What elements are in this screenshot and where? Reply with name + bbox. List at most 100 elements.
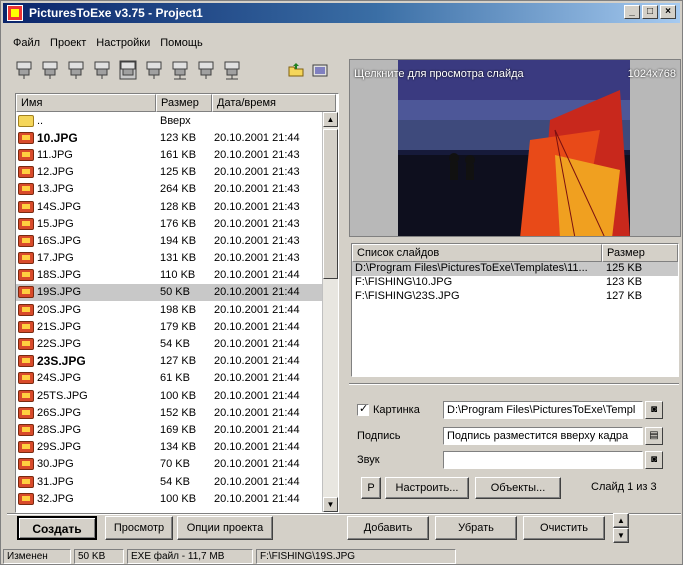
scroll-up-button[interactable]: ▲ — [323, 112, 338, 127]
image-file-icon — [18, 406, 34, 419]
file-size: 264 KB — [160, 183, 197, 196]
file-row[interactable]: 11.JPG 161 KB 20.10.2001 21:43 — [16, 146, 322, 163]
clear-button[interactable]: Очистить — [523, 516, 605, 540]
column-slides[interactable]: Список слайдов — [352, 244, 602, 262]
file-row[interactable]: 25TS.JPG 100 KB 20.10.2001 21:44 — [16, 387, 322, 404]
file-row[interactable]: 31.JPG 54 KB 20.10.2001 21:44 — [16, 473, 322, 490]
slide-row[interactable]: F:\FISHING\10.JPG 123 KB — [352, 276, 678, 290]
file-row[interactable]: 16S.JPG 194 KB 20.10.2001 21:43 — [16, 232, 322, 249]
file-row[interactable]: 18S.JPG 110 KB 20.10.2001 21:44 — [16, 267, 322, 284]
file-row[interactable]: 22S.JPG 54 KB 20.10.2001 21:44 — [16, 335, 322, 352]
menu-settings[interactable]: Настройки — [96, 37, 150, 49]
file-row[interactable]: 14S.JPG 128 KB 20.10.2001 21:43 — [16, 198, 322, 215]
file-row[interactable]: 17.JPG 131 KB 20.10.2001 21:43 — [16, 250, 322, 267]
status-bar: Изменен 50 KB EXE файл - 11,7 MB F:\FISH… — [3, 549, 680, 565]
drive-toolbar — [15, 59, 345, 85]
drive-d-icon[interactable] — [67, 59, 85, 81]
caption-edit-icon[interactable]: ▤ — [645, 427, 663, 445]
file-name-cell: 32.JPG — [16, 492, 156, 505]
file-row[interactable]: 30.JPG 70 KB 20.10.2001 21:44 — [16, 456, 322, 473]
folder-view-icon[interactable] — [311, 59, 329, 81]
p-button[interactable]: P — [361, 477, 381, 499]
file-name: 32.JPG — [37, 492, 74, 505]
column-date[interactable]: Дата/время — [212, 94, 336, 112]
sound-browse-icon[interactable]: ◙ — [645, 451, 663, 469]
move-down-button[interactable]: ▼ — [613, 528, 629, 543]
file-row[interactable]: 10.JPG 123 KB 20.10.2001 21:44 — [16, 129, 322, 146]
file-row[interactable]: 29S.JPG 134 KB 20.10.2001 21:44 — [16, 439, 322, 456]
sound-field[interactable] — [443, 451, 643, 469]
remove-button[interactable]: Убрать — [435, 516, 517, 540]
maximize-button[interactable]: □ — [642, 5, 658, 19]
picture-browse-icon[interactable]: ◙ — [645, 401, 663, 419]
drive-g-icon[interactable] — [145, 59, 163, 81]
drive-a-icon[interactable] — [15, 59, 33, 81]
close-button[interactable]: × — [660, 5, 676, 19]
column-name[interactable]: Имя — [16, 94, 156, 112]
slide-row[interactable]: F:\FISHING\23S.JPG 127 KB — [352, 290, 678, 304]
file-list-scrollbar[interactable]: ▲ ▼ — [322, 112, 338, 512]
preview-resolution: 1024x768 — [627, 68, 676, 80]
drive-e-icon[interactable] — [93, 59, 111, 81]
image-file-icon — [18, 166, 34, 179]
image-file-icon — [18, 320, 34, 333]
file-date: 20.10.2001 21:44 — [214, 492, 300, 505]
drive-c-icon[interactable] — [41, 59, 59, 81]
file-row[interactable]: 21S.JPG 179 KB 20.10.2001 21:44 — [16, 318, 322, 335]
slide-list[interactable]: Список слайдов Размер D:\Program Files\P… — [351, 243, 679, 377]
network-drive-icon[interactable] — [171, 59, 189, 81]
file-row[interactable]: .. Вверх — [16, 112, 322, 129]
move-up-button[interactable]: ▲ — [613, 513, 629, 528]
menu-file[interactable]: Файл — [13, 37, 40, 49]
file-row[interactable]: 15.JPG 176 KB 20.10.2001 21:43 — [16, 215, 322, 232]
file-name: 21S.JPG — [37, 320, 82, 333]
file-row[interactable]: 23S.JPG 127 KB 20.10.2001 21:44 — [16, 353, 322, 370]
file-date: 20.10.2001 21:44 — [214, 406, 300, 419]
image-file-icon — [18, 355, 34, 368]
objects-button[interactable]: Объекты... — [475, 477, 561, 499]
column-size[interactable]: Размер — [156, 94, 212, 112]
title-bar[interactable]: PicturesToExe v3.75 - Project1 _ □ × — [3, 3, 680, 23]
sound-label: Звук — [357, 454, 380, 466]
preview-button[interactable]: Просмотр — [105, 516, 173, 540]
scroll-down-button[interactable]: ▼ — [323, 497, 338, 512]
file-row[interactable]: 20S.JPG 198 KB 20.10.2001 21:44 — [16, 301, 322, 318]
column-slide-size[interactable]: Размер — [602, 244, 678, 262]
minimize-button[interactable]: _ — [624, 5, 640, 19]
file-date: 20.10.2001 21:43 — [214, 234, 300, 247]
drive-i-icon[interactable] — [223, 59, 241, 81]
picture-checkbox[interactable] — [357, 402, 369, 416]
file-row[interactable]: 13.JPG 264 KB 20.10.2001 21:43 — [16, 181, 322, 198]
slide-row[interactable]: D:\Program Files\PicturesToExe\Templates… — [352, 262, 678, 276]
file-size: 70 KB — [160, 458, 190, 471]
file-row[interactable]: 32.JPG 100 KB 20.10.2001 21:44 — [16, 490, 322, 507]
file-name-cell: 19S.JPG — [16, 286, 156, 299]
file-row[interactable]: 12.JPG 125 KB 20.10.2001 21:43 — [16, 164, 322, 181]
file-name: 28S.JPG — [37, 423, 82, 436]
file-row[interactable]: 26S.JPG 152 KB 20.10.2001 21:44 — [16, 404, 322, 421]
create-button[interactable]: Создать — [17, 516, 97, 540]
menu-project[interactable]: Проект — [50, 37, 86, 49]
project-options-button[interactable]: Опции проекта — [177, 516, 273, 540]
drive-h-icon[interactable] — [197, 59, 215, 81]
file-row[interactable]: 19S.JPG 50 KB 20.10.2001 21:44 — [16, 283, 322, 302]
drive-f-icon[interactable] — [119, 59, 137, 81]
file-date: 20.10.2001 21:44 — [214, 475, 300, 488]
file-row[interactable]: 28S.JPG 169 KB 20.10.2001 21:44 — [16, 421, 322, 438]
picture-path-field[interactable]: D:\Program Files\PicturesToExe\Templ — [443, 401, 643, 419]
file-size: 198 KB — [160, 303, 197, 316]
file-rows: .. Вверх 10.JPG 123 KB 20.10.2001 21:44 11.JP… — [16, 112, 322, 507]
file-row[interactable]: 24S.JPG 61 KB 20.10.2001 21:44 — [16, 370, 322, 387]
slide-size: 127 KB — [606, 290, 643, 302]
menu-help[interactable]: Помощь — [160, 37, 203, 49]
setup-button[interactable]: Настроить... — [385, 477, 469, 499]
caption-field[interactable]: Подпись разместится вверху кадра — [443, 427, 643, 445]
slide-preview[interactable]: Щелкните для просмотра слайда 1024x768 — [349, 59, 681, 237]
window-controls: _ □ × — [624, 5, 676, 19]
file-browser-list[interactable]: Имя Размер Дата/время .. Вверх 10.JPG 123 K… — [15, 93, 339, 513]
add-button[interactable]: Добавить — [347, 516, 429, 540]
status-file-size: 50 KB — [74, 549, 124, 564]
scroll-thumb[interactable] — [323, 129, 338, 279]
app-window: PicturesToExe v3.75 - Project1 _ □ × Фай… — [0, 0, 683, 565]
folder-up-icon[interactable] — [287, 59, 305, 81]
